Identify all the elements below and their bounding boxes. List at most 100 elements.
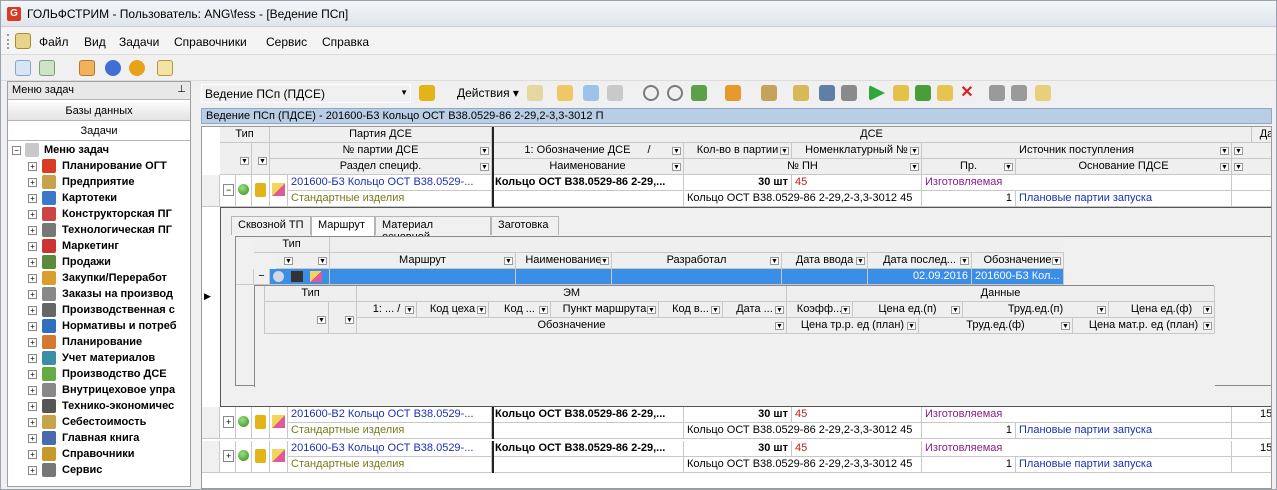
find-next-icon[interactable] <box>667 85 683 101</box>
menu-references[interactable]: Справочники <box>174 35 247 49</box>
delete-icon[interactable]: ✕ <box>959 85 975 101</box>
expand-icon[interactable]: + <box>28 306 37 315</box>
expand-icon[interactable]: + <box>28 402 37 411</box>
section-cell[interactable]: Стандартные изделия <box>288 423 492 439</box>
expand-icon[interactable]: + <box>28 226 37 235</box>
collapse-icon[interactable]: − <box>254 269 270 285</box>
header-pn[interactable]: № ПН ▼ <box>684 159 922 175</box>
tasks-button[interactable]: Задачи <box>8 122 190 141</box>
expand-icon[interactable]: + <box>28 466 37 475</box>
about-icon[interactable] <box>129 60 145 76</box>
em-type-filter2[interactable]: ▼ <box>329 302 357 334</box>
header-extra2[interactable]: ▼ <box>1232 159 1271 175</box>
source-cell[interactable]: Изготовляемая <box>922 441 1232 457</box>
em-header-price-mat[interactable]: Цена мат.р. ед (план) ▼ <box>1073 318 1215 334</box>
expand-icon[interactable]: + <box>28 338 37 347</box>
filter-icon[interactable] <box>691 85 707 101</box>
search-icon[interactable] <box>643 85 659 101</box>
stop-icon[interactable] <box>841 85 857 101</box>
header-nomenclature[interactable]: Номенклатурный № ▼ <box>792 143 922 159</box>
qty-cell[interactable]: 30 шт <box>684 407 792 423</box>
menu-view[interactable]: Вид <box>84 35 106 49</box>
blank-cell[interactable] <box>492 457 684 473</box>
row-gutter[interactable] <box>202 407 220 439</box>
pn-cell[interactable]: Кольцо ОСТ В38.0529-86 2-29,2-3,3-3012 4… <box>684 423 922 439</box>
print-icon[interactable] <box>819 85 835 101</box>
row-indicator[interactable] <box>236 269 254 285</box>
expand-icon[interactable]: + <box>28 242 37 251</box>
header-source[interactable]: Источник поступления ▼ <box>922 143 1232 159</box>
pr-cell[interactable]: 1 <box>922 191 1016 207</box>
expand-icon[interactable]: + <box>28 434 37 443</box>
key-icon[interactable] <box>419 85 435 101</box>
party-cell[interactable]: 201600-Б3 Кольцо ОСТ В38.0529-... <box>288 175 492 191</box>
copy-record-icon[interactable] <box>915 85 931 101</box>
pr-cell[interactable]: 1 <box>922 457 1016 473</box>
blank-cell[interactable] <box>492 191 684 207</box>
help-icon[interactable] <box>105 60 121 76</box>
header-type[interactable]: Тип <box>220 127 270 143</box>
expand-icon[interactable]: − <box>223 184 235 196</box>
menu-service[interactable]: Сервис <box>266 35 307 49</box>
expand-toggle[interactable]: − <box>220 175 236 207</box>
report-icon[interactable] <box>761 85 777 101</box>
expand-icon[interactable]: + <box>28 178 37 187</box>
header-pr[interactable]: Пр. ▼ <box>922 159 1016 175</box>
pn-cell[interactable]: Кольцо ОСТ В38.0529-86 2-29,2-3,3-3012 4… <box>684 457 922 473</box>
source-cell[interactable]: Изготовляемая <box>922 175 1232 191</box>
em-header-code[interactable]: Код ... ▼ <box>489 302 551 318</box>
expand-icon[interactable]: + <box>28 354 37 363</box>
name-cell[interactable]: Кольцо ОСТ В38.0529-86 2-29,... <box>492 175 684 191</box>
header-party[interactable]: Партия ДСЕ <box>270 127 492 143</box>
em-header-data[interactable]: Данные <box>787 286 1215 302</box>
route-header-name[interactable]: Наименование ▼ <box>516 253 612 269</box>
route-header-developer[interactable]: Разработал ▼ <box>612 253 782 269</box>
expand-icon[interactable]: + <box>28 258 37 267</box>
app-menu-icon[interactable] <box>15 33 31 49</box>
expand-icon[interactable]: + <box>28 450 37 459</box>
name-cell[interactable]: Кольцо ОСТ В38.0529-86 2-29,... <box>492 441 684 457</box>
expand-icon[interactable]: + <box>28 162 37 171</box>
route-developer-cell[interactable] <box>612 269 782 285</box>
row-edit[interactable] <box>270 441 288 473</box>
pin-icon[interactable]: ⊥ <box>177 84 186 95</box>
export-icon[interactable] <box>793 85 809 101</box>
menu-help[interactable]: Справка <box>322 35 369 49</box>
party-cell[interactable]: 201600-Б3 Кольцо ОСТ В38.0529-... <box>288 441 492 457</box>
route-header-type[interactable]: Тип <box>254 237 330 253</box>
run-icon[interactable] <box>869 85 885 101</box>
tab-route[interactable]: Маршрут <box>311 216 375 236</box>
row-gutter[interactable] <box>202 175 220 207</box>
route-header-date-last[interactable]: Дата послед... ▼ <box>868 253 972 269</box>
header-type-filter[interactable]: ▼ <box>220 143 252 175</box>
header-basis[interactable]: Основание ПДСЕ ▼ <box>1016 159 1232 175</box>
new-record-icon[interactable] <box>893 85 909 101</box>
em-header-shop[interactable]: Код цеха ▼ <box>417 302 489 318</box>
route-designation-cell[interactable]: 201600-Б3 Кол... <box>972 269 1064 285</box>
first-record-icon[interactable] <box>989 85 1005 101</box>
route-header-date-in[interactable]: Дата ввода ▼ <box>782 253 868 269</box>
exit-icon[interactable] <box>157 60 173 76</box>
qty-cell[interactable]: 30 шт <box>684 175 792 191</box>
em-header-price-tr[interactable]: Цена тр.р. ед (план) ▼ <box>787 318 919 334</box>
section-cell[interactable]: Стандартные изделия <box>288 191 492 207</box>
pn-cell[interactable]: Кольцо ОСТ В38.0529-86 2-29,2-3,3-3012 4… <box>684 191 922 207</box>
em-header-price-p[interactable]: Цена ед.(п) ▼ <box>853 302 963 318</box>
header-designation[interactable]: 1: Обозначение ДСЕ / ▼ <box>492 143 684 159</box>
em-header-coef[interactable]: Коэфф... ▼ <box>787 302 853 318</box>
expand-toggle[interactable]: + <box>220 407 236 439</box>
header-extra[interactable]: ▼ <box>1232 143 1271 159</box>
columns-icon[interactable] <box>607 85 623 101</box>
paste-icon[interactable] <box>557 85 573 101</box>
expand-icon[interactable]: + <box>28 418 37 427</box>
em-header-designation[interactable]: Обозначение ▼ <box>357 318 787 334</box>
header-type-filter2[interactable]: ▼ <box>252 143 270 175</box>
em-header-em[interactable]: ЭМ <box>357 286 787 302</box>
copy-icon[interactable] <box>527 85 543 101</box>
edit-record-icon[interactable] <box>937 85 953 101</box>
expand-icon[interactable]: + <box>28 194 37 203</box>
tab-blank[interactable]: Заготовка <box>491 216 559 235</box>
view-combo[interactable]: Ведение ПСп (ПДСЕ) ▼ <box>201 84 411 103</box>
basis-cell[interactable]: Плановые партии запуска <box>1016 423 1232 439</box>
em-header-labor-p[interactable]: Труд.ед.(п) ▼ <box>963 302 1109 318</box>
